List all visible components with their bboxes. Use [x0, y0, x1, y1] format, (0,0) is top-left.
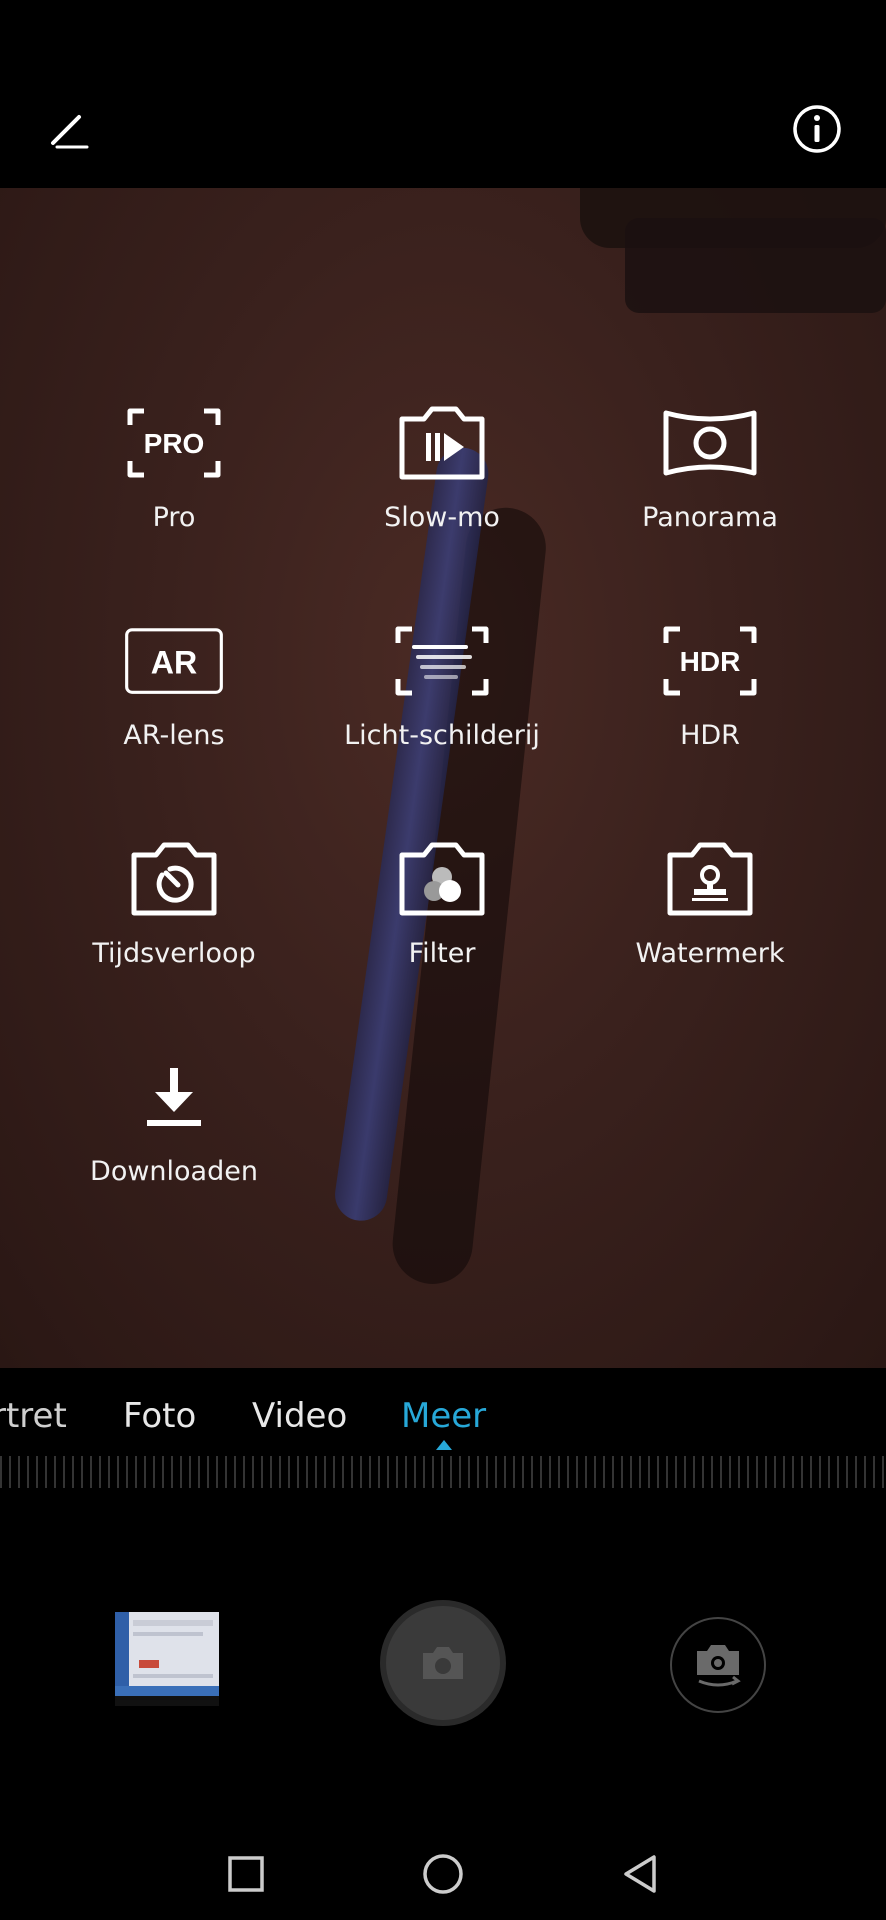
active-tab-indicator: [436, 1440, 452, 1450]
mode-slow-mo[interactable]: Slow-mo: [312, 398, 572, 548]
hdr-icon-text: HDR: [680, 646, 741, 677]
download-icon: [147, 1068, 201, 1126]
triangle-back-icon: [624, 1855, 656, 1893]
edit-button[interactable]: [44, 106, 92, 154]
mode-label: Tijdsverloop: [92, 938, 256, 969]
mode-label: Watermerk: [635, 938, 785, 969]
camera-icon: [423, 1647, 463, 1679]
filter-icon: [399, 842, 485, 916]
mode-time-lapse[interactable]: Tijdsverloop: [44, 834, 304, 984]
watermark-icon: [667, 842, 753, 916]
viewfinder[interactable]: PRO Pro Slow-mo Panorama AR AR-lens Lich…: [0, 188, 886, 1368]
mode-watermark[interactable]: Watermerk: [580, 834, 840, 984]
info-icon: [793, 105, 841, 153]
mode-scroll-ruler[interactable]: [0, 1456, 886, 1488]
mode-panorama[interactable]: Panorama: [580, 398, 840, 548]
tab-more[interactable]: Meer: [401, 1396, 486, 1436]
tab-portrait[interactable]: rtret: [0, 1396, 67, 1436]
tab-video[interactable]: Video: [252, 1396, 347, 1436]
info-button[interactable]: [790, 102, 844, 156]
ar-lens-icon: AR: [125, 628, 223, 694]
pro-icon: PRO: [127, 408, 221, 478]
time-lapse-icon: [131, 842, 217, 916]
square-icon: [228, 1856, 264, 1892]
mode-ar-lens[interactable]: AR AR-lens: [44, 616, 304, 766]
mode-light-painting[interactable]: Licht-schilderij: [312, 616, 572, 766]
mode-hdr[interactable]: HDR HDR: [580, 616, 840, 766]
shutter-button[interactable]: [380, 1600, 506, 1726]
pro-icon-text: PRO: [144, 428, 205, 459]
mode-label: Filter: [408, 938, 476, 969]
gallery-thumbnail[interactable]: [115, 1612, 219, 1706]
panorama-icon: [663, 410, 757, 476]
modes-grid: PRO Pro Slow-mo Panorama AR AR-lens Lich…: [0, 188, 886, 1368]
switch-camera-icon: [697, 1645, 741, 1687]
slow-motion-icon: [399, 406, 485, 480]
mode-filter[interactable]: Filter: [312, 834, 572, 984]
mode-tabs: rtret Foto Video Meer: [0, 1368, 886, 1448]
mode-label: Licht-schilderij: [344, 720, 540, 751]
mode-label: Slow-mo: [384, 502, 500, 533]
mode-download[interactable]: Downloaden: [44, 1052, 304, 1202]
circle-icon: [423, 1854, 463, 1894]
home-button[interactable]: [419, 1850, 467, 1898]
mode-label: Downloaden: [90, 1156, 258, 1187]
ar-icon-text: AR: [151, 645, 197, 681]
switch-camera-button[interactable]: [670, 1617, 766, 1713]
mode-pro[interactable]: PRO Pro: [44, 398, 304, 548]
top-bar: [0, 0, 886, 188]
mode-label: HDR: [680, 720, 740, 751]
recents-button[interactable]: [222, 1850, 270, 1898]
hdr-icon: HDR: [663, 626, 757, 696]
back-button[interactable]: [616, 1850, 664, 1898]
tab-photo[interactable]: Foto: [123, 1396, 196, 1436]
gallery-thumbnail-image: [115, 1612, 219, 1706]
mode-label: Pro: [152, 502, 196, 533]
light-painting-icon: [395, 626, 489, 696]
pencil-icon: [51, 115, 89, 149]
mode-label: AR-lens: [123, 720, 225, 751]
mode-label: Panorama: [642, 502, 778, 533]
